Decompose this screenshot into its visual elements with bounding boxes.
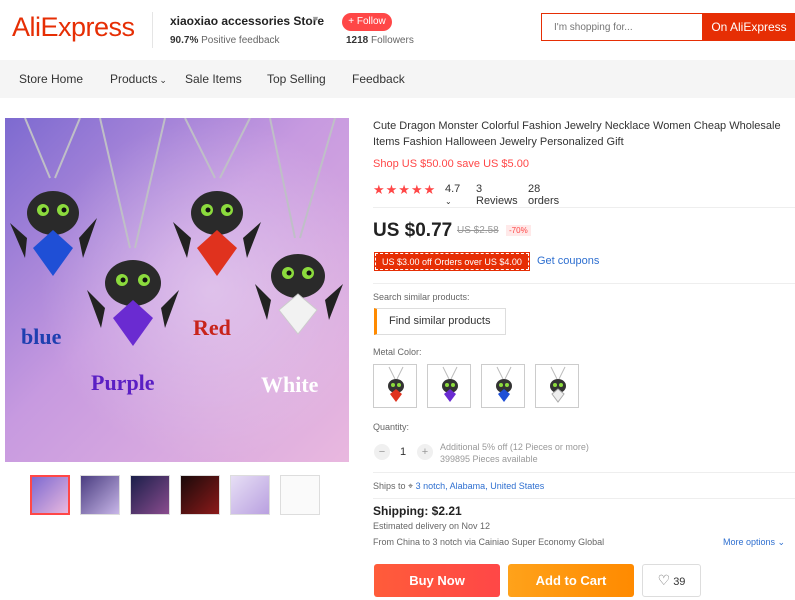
nav-feedback[interactable]: Feedback xyxy=(352,72,405,86)
label-purple: Purple xyxy=(91,370,155,395)
shipping-route: From China to 3 notch via Cainiao Super … xyxy=(373,537,605,547)
heart-icon: ♡ xyxy=(657,572,671,588)
coupon-badge[interactable]: US $3.00 off Orders over US $4.00 xyxy=(374,252,530,271)
thumbnail[interactable] xyxy=(230,475,270,515)
product-main-image[interactable]: blue Purple Red White xyxy=(5,118,349,462)
search-button[interactable]: On AliExpress xyxy=(702,13,795,41)
divider xyxy=(373,498,795,499)
nav-products[interactable]: Products ⌄ xyxy=(110,72,167,86)
current-price: US $0.77 xyxy=(373,220,453,241)
product-image: blue Purple Red White xyxy=(5,118,349,462)
thumbnail[interactable] xyxy=(30,475,70,515)
rating-number: 4.7 xyxy=(445,183,461,195)
quantity-label: Quantity: xyxy=(373,422,410,432)
chevron-down-icon: ⌄ xyxy=(159,75,167,85)
divider xyxy=(152,12,153,48)
more-options-label: More options xyxy=(723,537,776,547)
shipping-price: Shipping: $2.21 xyxy=(373,504,462,518)
divider xyxy=(373,283,795,284)
get-coupons-link[interactable]: Get coupons xyxy=(537,255,599,267)
star-rating-icon: ★★★★★ xyxy=(373,182,437,197)
nav-sale-items[interactable]: Sale Items xyxy=(185,72,242,86)
thumbnail[interactable] xyxy=(80,475,120,515)
store-nav: Store Home Products ⌄ Sale Items Top Sell… xyxy=(0,60,795,98)
divider xyxy=(373,207,795,208)
chevron-down-icon[interactable]: ▼ xyxy=(311,14,320,24)
location-pin-icon: ⌖ xyxy=(408,481,414,491)
ships-to-location[interactable]: 3 notch, Alabama, United States xyxy=(416,481,545,491)
quantity-input[interactable]: 1 xyxy=(400,446,406,458)
shop-promo[interactable]: Shop US $50.00 save US $5.00 xyxy=(373,158,529,170)
color-swatch-blue[interactable] xyxy=(481,364,525,408)
product-title: Cute Dragon Monster Colorful Fashion Jew… xyxy=(373,120,781,148)
orders-count: 28 orders xyxy=(528,183,560,207)
buy-now-button[interactable]: Buy Now xyxy=(374,564,500,597)
store-feedback: 90.7% Positive feedback xyxy=(170,35,280,46)
followers: 1218 Followers xyxy=(346,35,414,46)
label-red: Red xyxy=(193,315,231,340)
ships-to-label: Ships to xyxy=(373,481,406,491)
quantity-minus-button[interactable]: − xyxy=(374,444,390,460)
followers-label: Followers xyxy=(371,35,414,46)
more-options-link[interactable]: More options ⌄ xyxy=(723,537,785,548)
bulk-discount-note: Additional 5% off (12 Pieces or more) xyxy=(440,442,589,452)
add-to-cart-button[interactable]: Add to Cart xyxy=(508,564,634,597)
wishlist-button[interactable]: ♡ 39 xyxy=(642,564,701,597)
feedback-percent: 90.7% xyxy=(170,35,199,46)
color-swatch-red[interactable] xyxy=(373,364,417,408)
similar-products-label: Search similar products: xyxy=(373,292,470,302)
discount-badge: -70% xyxy=(506,225,531,236)
followers-count: 1218 xyxy=(346,35,369,46)
chevron-down-icon: ⌄ xyxy=(445,197,452,206)
nav-top-selling[interactable]: Top Selling xyxy=(267,72,326,86)
original-price: US $2.58 xyxy=(457,225,499,236)
follow-button[interactable]: + Follow xyxy=(342,13,392,31)
chevron-down-icon: ⌄ xyxy=(777,537,786,547)
metal-color-label: Metal Color: xyxy=(373,347,422,357)
wishlist-count: 39 xyxy=(673,576,686,588)
aliexpress-logo[interactable]: AliExpress xyxy=(12,12,135,43)
thumbnail[interactable] xyxy=(280,475,320,515)
quantity-plus-button[interactable]: + xyxy=(417,444,433,460)
divider xyxy=(373,472,795,473)
top-bar: AliExpress xiaoxiao accessories Store ▼ … xyxy=(0,0,795,60)
find-similar-button[interactable]: Find similar products xyxy=(374,308,506,335)
reviews-link[interactable]: 3 Reviews xyxy=(476,183,518,207)
search-input[interactable] xyxy=(542,14,702,40)
thumbnail[interactable] xyxy=(130,475,170,515)
label-white: White xyxy=(261,372,319,397)
thumbnail[interactable] xyxy=(180,475,220,515)
pieces-available: 399895 Pieces available xyxy=(440,454,538,464)
store-name[interactable]: xiaoxiao accessories Store xyxy=(170,14,324,28)
feedback-label: Positive feedback xyxy=(201,35,280,46)
nav-products-label: Products xyxy=(110,72,158,86)
nav-store-home[interactable]: Store Home xyxy=(19,72,83,86)
ships-to: Ships to ⌖ 3 notch, Alabama, United Stat… xyxy=(373,481,544,492)
rating-value[interactable]: 4.7 ⌄ xyxy=(445,183,460,207)
delivery-estimate: Estimated delivery on Nov 12 xyxy=(373,521,491,531)
color-swatch-white[interactable] xyxy=(535,364,579,408)
quantity-note: Additional 5% off (12 Pieces or more) 39… xyxy=(440,441,589,465)
label-blue: blue xyxy=(21,324,62,349)
color-swatch-purple[interactable] xyxy=(427,364,471,408)
search-bar: On AliExpress xyxy=(541,13,795,41)
